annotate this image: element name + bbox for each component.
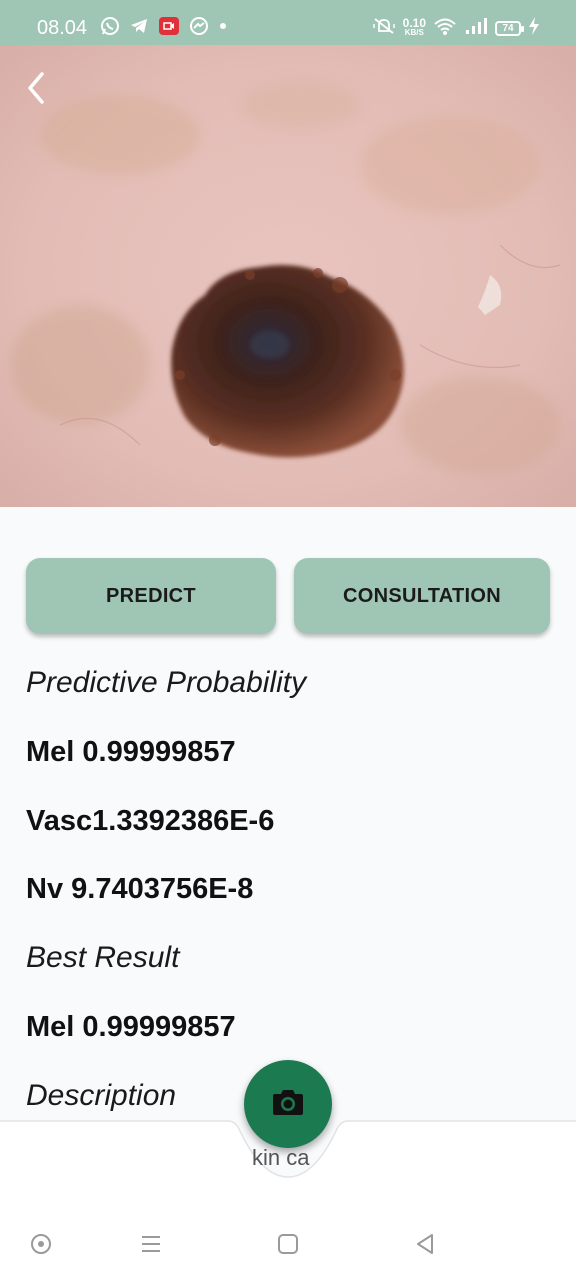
camera-button[interactable] (244, 1060, 332, 1148)
predict-button[interactable]: PREDICT (26, 558, 276, 634)
nav-back-button[interactable] (405, 1226, 445, 1266)
chevron-left-icon (24, 70, 48, 111)
circle-dot-icon (30, 1233, 52, 1260)
best-result-value: Mel 0.99999857 (26, 1011, 236, 1043)
best-result-heading: Best Result (26, 941, 180, 974)
net-speed: 0.10 KB/S (402, 16, 426, 37)
wifi-icon (433, 16, 457, 41)
mute-icon (372, 16, 396, 41)
battery-level: 74 (502, 22, 514, 34)
screen-recorder-icon (158, 16, 180, 41)
square-icon (277, 1233, 299, 1260)
system-nav-bar (0, 1210, 576, 1280)
net-speed-value: 0.10 (402, 16, 426, 30)
status-bar: 08.04 0.10 KB/S 74 (0, 0, 576, 45)
camera-icon (271, 1087, 305, 1122)
signal-icon (464, 16, 488, 41)
dot-icon (218, 16, 228, 41)
telegram-icon (129, 16, 149, 41)
notification-icons (100, 16, 228, 40)
charging-icon (528, 16, 540, 41)
nav-menu-button[interactable] (131, 1226, 171, 1266)
result-nv: Nv 9.7403756E-8 (26, 873, 254, 905)
battery-icon: 74 (495, 20, 524, 36)
result-mel: Mel 0.99999857 (26, 736, 236, 768)
lesion-image (0, 45, 576, 507)
description-text: kin ca (252, 1145, 310, 1170)
nav-home-button[interactable] (268, 1226, 308, 1266)
description-heading: Description (26, 1079, 177, 1112)
probability-heading: Predictive Probability (26, 666, 307, 699)
messenger-icon (189, 16, 209, 41)
nav-assistant-button[interactable] (21, 1226, 61, 1266)
net-speed-unit: KB/S (404, 28, 424, 37)
system-icons: 0.10 KB/S 74 (372, 16, 540, 40)
status-time: 08.04 (37, 17, 88, 39)
result-vasc: Vasc1.3392386E-6 (26, 805, 275, 837)
menu-icon (140, 1233, 162, 1260)
consultation-button[interactable]: CONSULTATION (294, 558, 550, 634)
whatsapp-icon (100, 16, 120, 41)
triangle-back-icon (414, 1233, 436, 1260)
back-button[interactable] (18, 70, 54, 110)
